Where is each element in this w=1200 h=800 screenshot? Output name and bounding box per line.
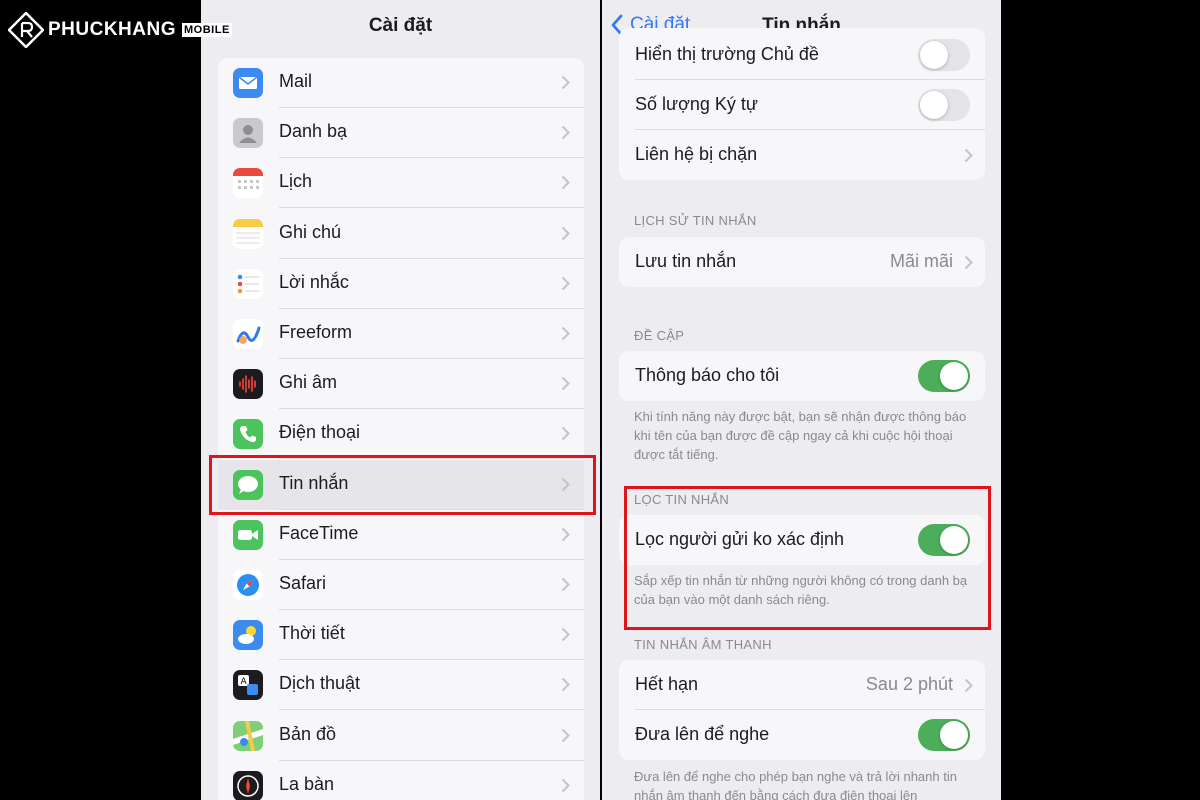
phone-icon bbox=[233, 419, 263, 450]
expire-row[interactable]: Hết hạn Sau 2 phút bbox=[619, 660, 985, 710]
highlight-messages-row bbox=[209, 455, 596, 515]
settings-item-contacts[interactable]: Danh bạ bbox=[218, 108, 584, 159]
voice-memos-icon bbox=[233, 369, 263, 400]
settings-item-maps[interactable]: Bản đồ bbox=[218, 711, 584, 761]
compass-icon bbox=[233, 770, 263, 800]
chevron-right-icon bbox=[561, 627, 570, 642]
svg-text:A: A bbox=[241, 677, 248, 687]
settings-item-voice-memos[interactable]: Ghi âm bbox=[218, 359, 584, 410]
chevron-right-icon bbox=[964, 678, 973, 693]
settings-item-label: Lịch bbox=[279, 171, 313, 192]
messages-options-group: Hiển thị trường Chủ đề Số lượng Ký tự Li… bbox=[619, 28, 985, 180]
watermark-logo: PHUCKHANG MOBILE bbox=[8, 10, 232, 50]
history-header: LỊCH SỬ TIN NHẮN bbox=[634, 213, 757, 228]
chevron-right-icon bbox=[561, 427, 570, 441]
chevron-right-icon bbox=[561, 527, 570, 542]
settings-item-facetime[interactable]: FaceTime bbox=[218, 510, 584, 560]
settings-list: Mail Danh bạ Lịch Ghi chú Lời nhắc Freeform Gh… bbox=[218, 58, 584, 800]
chevron-right-icon bbox=[561, 326, 570, 341]
chevron-right-icon bbox=[561, 75, 570, 90]
expire-value: Sau 2 phút bbox=[865, 674, 953, 694]
history-group: Lưu tin nhắn Mãi mãi bbox=[619, 237, 985, 287]
watermark-sub: MOBILE bbox=[182, 23, 232, 37]
settings-panel: Cài đặt Mail Danh bạ Lịch Ghi chú Lời nhắc Fr… bbox=[201, 0, 600, 800]
notify-me-row: Thông báo cho tôi bbox=[619, 351, 985, 401]
settings-item-label: Lời nhắc bbox=[279, 271, 349, 292]
expire-label: Hết hạn bbox=[635, 674, 699, 694]
raise-to-listen-row: Đưa lên để nghe bbox=[619, 710, 985, 760]
chevron-right-icon bbox=[964, 148, 973, 163]
char-count-row: Số lượng Ký tự bbox=[619, 80, 985, 130]
mentions-group: Thông báo cho tôi bbox=[619, 351, 985, 401]
chevron-right-icon bbox=[561, 176, 570, 190]
show-subject-label: Hiển thị trường Chủ đề bbox=[635, 44, 819, 64]
settings-item-translate[interactable]: A Dịch thuật bbox=[218, 660, 584, 711]
settings-item-safari[interactable]: Safari bbox=[218, 560, 584, 610]
calendar-icon bbox=[233, 168, 263, 199]
blocked-contacts-label: Liên hệ bị chặn bbox=[635, 144, 758, 164]
show-subject-toggle[interactable] bbox=[918, 39, 970, 71]
contacts-icon bbox=[233, 118, 263, 149]
raise-to-listen-toggle[interactable] bbox=[918, 719, 970, 751]
settings-item-phone[interactable]: Điện thoại bbox=[218, 409, 584, 460]
mentions-header: ĐỀ CẬP bbox=[634, 328, 685, 343]
highlight-filter-section bbox=[624, 486, 991, 630]
notify-me-label: Thông báo cho tôi bbox=[635, 365, 780, 385]
chevron-right-icon bbox=[964, 255, 973, 270]
settings-item-weather[interactable]: Thời tiết bbox=[218, 610, 584, 661]
audio-header: TIN NHẮN ÂM THANH bbox=[634, 637, 772, 652]
notify-me-toggle[interactable] bbox=[918, 360, 970, 392]
weather-icon bbox=[233, 620, 263, 651]
keep-messages-label: Lưu tin nhắn bbox=[635, 251, 737, 271]
reminders-icon bbox=[233, 268, 263, 299]
notes-icon bbox=[233, 218, 263, 249]
char-count-label: Số lượng Ký tự bbox=[635, 94, 758, 114]
keep-messages-row[interactable]: Lưu tin nhắn Mãi mãi bbox=[619, 237, 985, 287]
settings-item-label: Ghi chú bbox=[279, 221, 342, 242]
settings-item-label: Safari bbox=[279, 573, 327, 593]
chevron-right-icon bbox=[561, 728, 570, 742]
audio-footnote: Đưa lên để nghe cho phép bạn nghe và trả… bbox=[634, 769, 957, 800]
settings-title: Cài đặt bbox=[368, 15, 433, 36]
chevron-right-icon bbox=[561, 226, 570, 240]
settings-item-reminders[interactable]: Lời nhắc bbox=[218, 259, 584, 309]
show-subject-row: Hiển thị trường Chủ đề bbox=[619, 30, 985, 80]
settings-item-label: Freeform bbox=[279, 322, 353, 342]
brand-logo-icon bbox=[8, 12, 44, 48]
settings-item-label: Mail bbox=[279, 71, 313, 91]
chevron-right-icon bbox=[561, 678, 570, 692]
messages-settings-panel: Cài đặt Tin nhắn Hiển thị trường Chủ đề … bbox=[602, 0, 1001, 800]
settings-item-notes[interactable]: Ghi chú bbox=[218, 209, 584, 259]
raise-to-listen-label: Đưa lên để nghe bbox=[635, 724, 770, 744]
maps-icon bbox=[233, 720, 263, 751]
settings-item-label: Dịch thuật bbox=[279, 673, 361, 694]
settings-item-label: Điện thoại bbox=[279, 422, 361, 443]
chevron-right-icon bbox=[561, 276, 570, 291]
settings-item-label: FaceTime bbox=[279, 522, 359, 543]
keep-messages-value: Mãi mãi bbox=[889, 251, 953, 271]
blocked-contacts-row[interactable]: Liên hệ bị chặn bbox=[619, 130, 985, 180]
watermark-brand: PHUCKHANG bbox=[48, 19, 176, 40]
mentions-footnote: Khi tính năng này được bật, bạn sẽ nhận … bbox=[634, 409, 967, 462]
char-count-toggle[interactable] bbox=[918, 89, 970, 121]
mail-icon bbox=[233, 68, 263, 98]
settings-item-compass[interactable]: La bàn bbox=[218, 761, 584, 800]
settings-item-label: Bản đồ bbox=[279, 723, 337, 744]
facetime-icon bbox=[233, 519, 263, 550]
chevron-right-icon bbox=[561, 577, 570, 592]
settings-item-label: La bàn bbox=[279, 773, 335, 794]
translate-icon: A bbox=[233, 670, 263, 701]
settings-item-label: Danh bạ bbox=[279, 121, 348, 142]
audio-group: Hết hạn Sau 2 phút Đưa lên để nghe bbox=[619, 660, 985, 760]
settings-item-mail[interactable]: Mail bbox=[218, 58, 584, 108]
settings-item-label: Thời tiết bbox=[279, 623, 345, 644]
safari-icon bbox=[233, 570, 263, 600]
freeform-icon bbox=[233, 319, 263, 349]
chevron-right-icon bbox=[561, 778, 570, 793]
chevron-right-icon bbox=[561, 125, 570, 140]
settings-item-freeform[interactable]: Freeform bbox=[218, 309, 584, 359]
settings-item-calendar[interactable]: Lịch bbox=[218, 158, 584, 209]
settings-item-label: Ghi âm bbox=[279, 372, 338, 393]
chevron-right-icon bbox=[561, 376, 570, 391]
